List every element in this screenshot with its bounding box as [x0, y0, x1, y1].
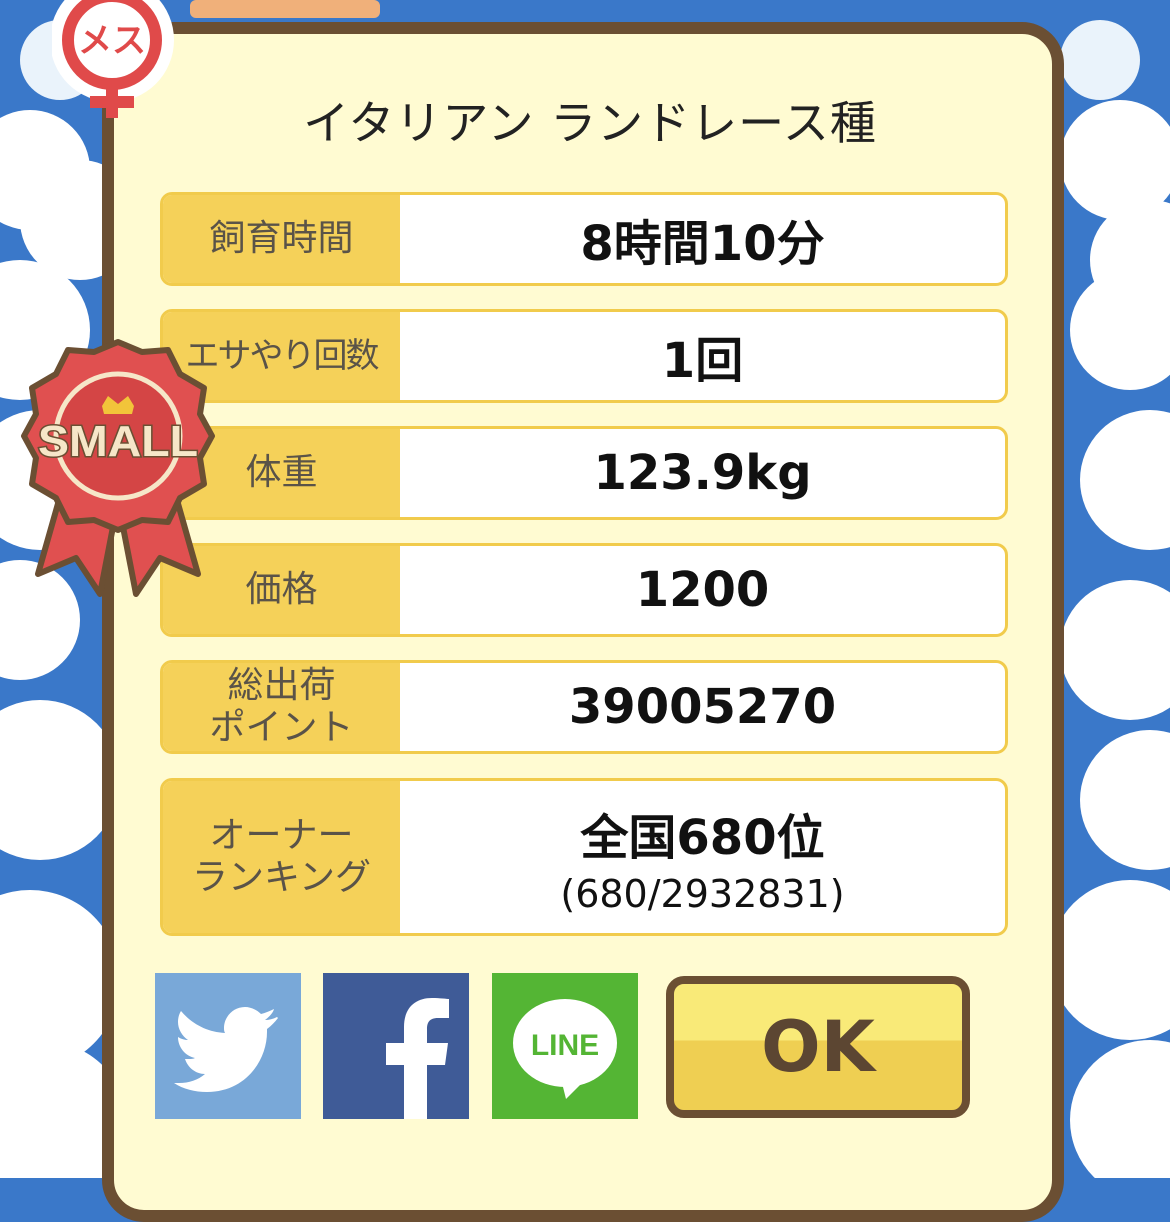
stat-row-feed-count: エサやり回数 1回	[160, 309, 1008, 403]
stat-row-shipping-points: 総出荷 ポイント 39005270	[160, 660, 1008, 754]
stat-row-owner-ranking: オーナー ランキング 全国680位 (680/2932831)	[160, 778, 1008, 936]
stat-label-line: ランキング	[192, 857, 371, 898]
facebook-icon	[386, 998, 449, 1119]
stat-value: 8時間10分	[580, 216, 825, 272]
stat-value: 39005270	[568, 679, 837, 735]
stat-row-weight: 体重 123.9kg	[160, 426, 1008, 520]
stat-value: 1回	[661, 333, 744, 389]
stat-value: 1200	[635, 562, 770, 618]
ok-button[interactable]: OK	[666, 976, 970, 1118]
size-rosette-text: SMALL	[38, 417, 198, 466]
ranking-detail: (680/2932831)	[560, 872, 845, 916]
stat-label-line: オーナー	[209, 815, 354, 856]
facebook-share-button[interactable]	[323, 973, 469, 1119]
twitter-icon	[174, 1007, 278, 1092]
breed-title: イタリアン ランドレース種	[303, 96, 877, 150]
stat-row-price: 価格 1200	[160, 543, 1008, 637]
line-icon: LINE	[513, 999, 617, 1099]
female-badge: メス	[52, 0, 174, 118]
stat-label-line: 総出荷	[227, 665, 336, 706]
stat-row-feeding-time: 飼育時間 8時間10分	[160, 192, 1008, 286]
stat-label: オーナー ランキング	[163, 781, 400, 933]
gender-badge-text: メス	[78, 21, 146, 61]
line-share-button[interactable]: LINE	[492, 973, 638, 1119]
ranking-value: 全国680位	[580, 810, 825, 866]
stat-value: 全国680位 (680/2932831)	[400, 781, 1005, 933]
stat-value: 123.9kg	[593, 445, 812, 501]
stat-label-line: ポイント	[209, 707, 354, 748]
size-rosette: SMALL	[21, 339, 215, 597]
twitter-share-button[interactable]	[155, 973, 301, 1119]
stat-label: 総出荷 ポイント	[163, 663, 400, 751]
line-logo-text: LINE	[531, 1029, 599, 1062]
stat-label: 飼育時間	[163, 195, 400, 283]
